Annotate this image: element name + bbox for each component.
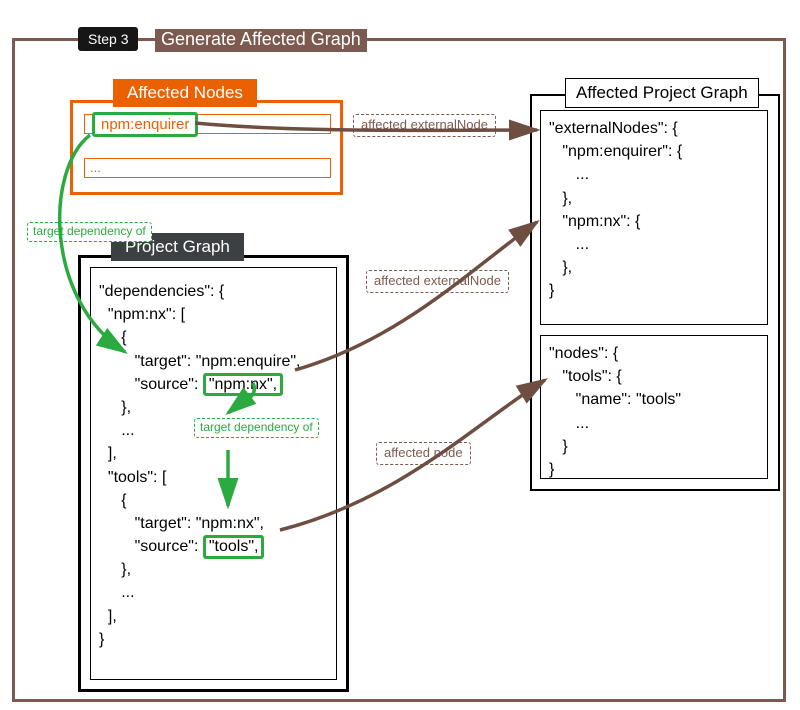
label-target-dependency: target dependency of [194, 418, 319, 438]
affected-nodes-panel: Affected Nodes npm:enquirer ... [70, 100, 343, 195]
affected-nodes-header: Affected Nodes [113, 79, 257, 107]
external-nodes-code: "externalNodes": { "npm:enquirer": { ...… [540, 110, 768, 325]
project-graph-code: "dependencies": { "npm:nx": [ { "target"… [90, 267, 337, 680]
label-affected-node: affected node [376, 442, 471, 465]
nodes-code: "nodes": { "tools": { "name": "tools" ..… [540, 335, 768, 479]
highlight-npm-nx: "npm:nx", [203, 373, 283, 397]
step-badge: Step 3 [78, 27, 138, 51]
affected-nodes-row: npm:enquirer [84, 114, 331, 134]
node-chip-enquirer: npm:enquirer [92, 112, 198, 137]
label-affected-external-node: affected externalNode [353, 114, 496, 137]
affected-nodes-row: ... [84, 158, 331, 178]
affected-project-graph-header: Affected Project Graph [565, 78, 759, 108]
highlight-tools: "tools", [203, 535, 265, 559]
project-graph-panel: Project Graph "dependencies": { "npm:nx"… [78, 255, 349, 692]
label-affected-external-node: affected externalNode [366, 270, 509, 293]
label-target-dependency: target dependency of [27, 222, 152, 242]
page-title: Generate Affected Graph [155, 29, 367, 52]
